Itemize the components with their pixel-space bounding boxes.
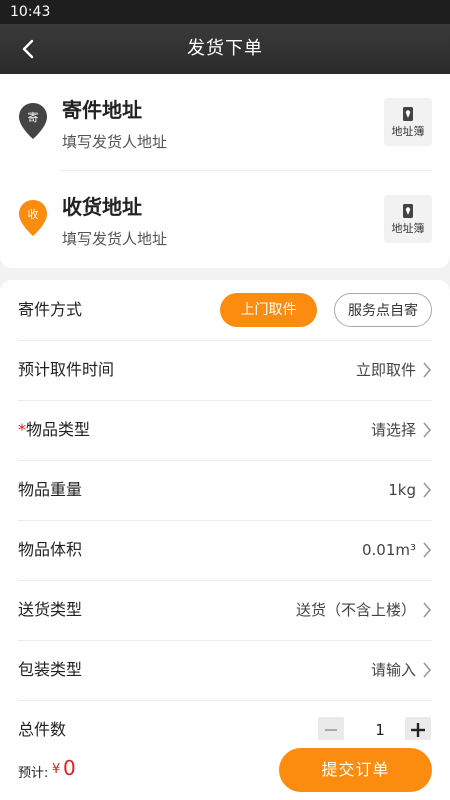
item-type-value: 请选择	[370, 421, 416, 439]
receiver-address-row[interactable]: 收 收货地址 填写发货人地址 地址簿	[0, 171, 450, 267]
pickup-time-label: 预计取件时间	[18, 360, 115, 379]
receiver-pin-icon: 收	[19, 200, 47, 236]
sender-subtitle: 填写发货人地址	[62, 133, 168, 151]
address-card: 寄 寄件地址 填写发货人地址 地址簿 收 收货地址 填写发货人地址 地址簿	[0, 74, 450, 268]
door-pickup-option[interactable]: 上门取件	[220, 293, 317, 327]
bottom-bar: 预计: ¥ 0 提交订单	[0, 740, 450, 800]
weight-label: 物品重量	[18, 480, 83, 499]
estimate-amount: 0	[63, 756, 76, 780]
weight-value: 1kg	[388, 481, 416, 499]
address-book-icon	[403, 204, 413, 218]
pickup-time-value: 立即取件	[355, 361, 416, 379]
sender-title: 寄件地址	[62, 98, 142, 122]
packaging-value: 请输入	[370, 661, 416, 679]
receiver-title: 收货地址	[62, 195, 142, 219]
receiver-subtitle: 填写发货人地址	[62, 230, 168, 248]
sender-pin-icon: 寄	[19, 103, 47, 139]
receiver-address-book-button[interactable]: 地址簿	[384, 195, 432, 243]
estimate-label: 预计:	[18, 766, 49, 781]
order-form: 寄件方式 上门取件 服务点自寄 预计取件时间 立即取件 *物品类型 请选择 物品…	[0, 280, 450, 800]
receiver-address-book-label: 地址簿	[391, 222, 425, 235]
status-bar: 10:43	[0, 0, 450, 24]
self-dropoff-option[interactable]: 服务点自寄	[334, 293, 432, 327]
item-type-row[interactable]: *物品类型 请选择	[18, 400, 432, 461]
chevron-right-icon	[423, 482, 432, 498]
weight-row[interactable]: 物品重量 1kg	[18, 460, 432, 521]
ship-method-label: 寄件方式	[18, 300, 83, 319]
volume-row[interactable]: 物品体积 0.01m³	[18, 520, 432, 581]
item-type-label: *物品类型	[18, 400, 90, 460]
pickup-time-row[interactable]: 预计取件时间 立即取件	[18, 340, 432, 401]
packaging-row[interactable]: 包装类型 请输入	[18, 640, 432, 701]
chevron-right-icon	[423, 602, 432, 618]
ship-method-row: 寄件方式 上门取件 服务点自寄	[18, 280, 432, 341]
delivery-type-value: 送货（不含上楼）	[295, 601, 416, 619]
address-book-icon	[403, 107, 413, 121]
volume-value: 0.01m³	[361, 541, 416, 559]
chevron-right-icon	[423, 662, 432, 678]
required-mark: *	[18, 420, 26, 439]
item-type-label-text: 物品类型	[26, 420, 91, 439]
page-title: 发货下单	[187, 38, 263, 59]
sender-pin-char: 寄	[28, 110, 39, 124]
status-time: 10:43	[10, 4, 51, 20]
packaging-label: 包装类型	[18, 660, 83, 679]
nav-bar: 发货下单	[0, 24, 450, 74]
volume-label: 物品体积	[18, 540, 83, 559]
chevron-right-icon	[423, 362, 432, 378]
delivery-type-label: 送货类型	[18, 600, 83, 619]
sender-address-row[interactable]: 寄 寄件地址 填写发货人地址 地址簿	[0, 74, 450, 170]
chevron-right-icon	[423, 422, 432, 438]
chevron-right-icon	[423, 542, 432, 558]
estimate-currency: ¥	[52, 762, 61, 777]
sender-address-book-button[interactable]: 地址簿	[384, 98, 432, 146]
submit-order-button[interactable]: 提交订单	[279, 748, 432, 792]
receiver-pin-char: 收	[28, 207, 39, 221]
delivery-type-row[interactable]: 送货类型 送货（不含上楼）	[18, 580, 432, 641]
sender-address-book-label: 地址簿	[391, 125, 425, 138]
